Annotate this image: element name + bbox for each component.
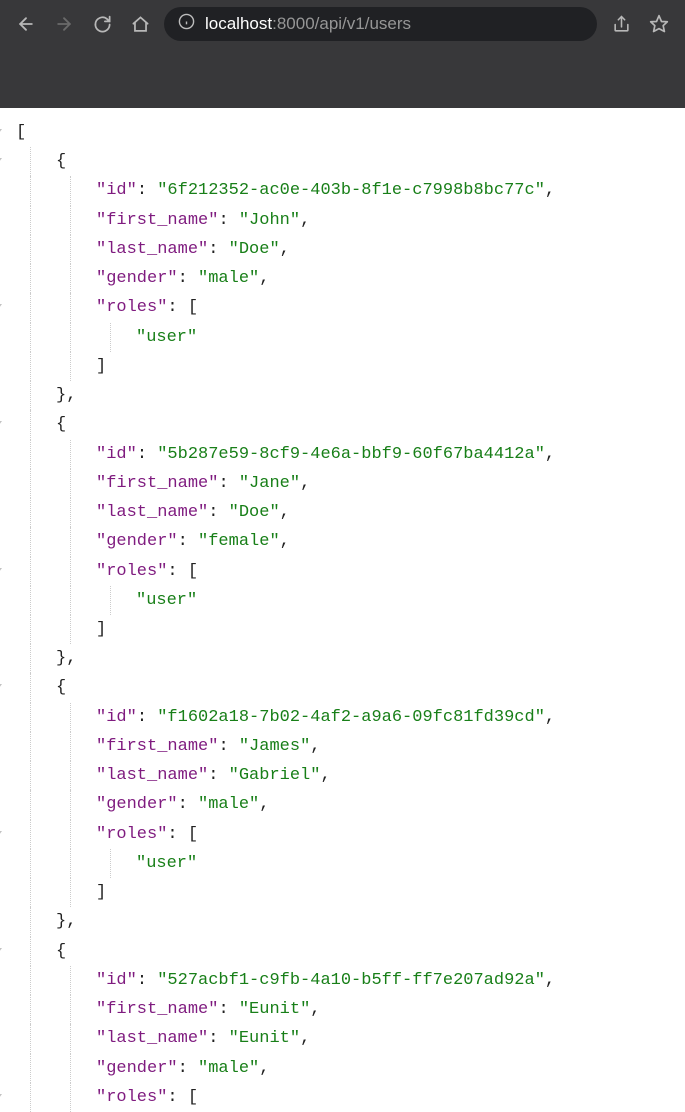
share-button[interactable] xyxy=(607,10,635,38)
forward-button[interactable] xyxy=(50,10,78,38)
json-property-first-name: "first_name": "Eunit", xyxy=(8,995,685,1024)
json-array-item: "user" xyxy=(8,849,685,878)
collapse-toggle[interactable] xyxy=(0,948,2,955)
json-property-id: "id": "527acbf1-c9fb-4a10-b5ff-ff7e207ad… xyxy=(8,966,685,995)
json-object-close: }, xyxy=(8,907,685,936)
json-property-gender: "gender": "female", xyxy=(8,527,685,556)
back-button[interactable] xyxy=(12,10,40,38)
json-object-close: }, xyxy=(8,381,685,410)
json-array-close: ] xyxy=(8,878,685,907)
browser-toolbar: localhost:8000/api/v1/users xyxy=(0,0,685,48)
json-property-first-name: "first_name": "John", xyxy=(8,206,685,235)
json-array-item: "user" xyxy=(8,586,685,615)
json-property-id: "id": "5b287e59-8cf9-4e6a-bbf9-60f67ba44… xyxy=(8,440,685,469)
json-viewer: [ { "id": "6f212352-ac0e-403b-8f1e-c7998… xyxy=(0,108,685,1112)
json-property-roles: "roles": [ xyxy=(8,293,685,322)
json-object-close: }, xyxy=(8,644,685,673)
home-button[interactable] xyxy=(126,10,154,38)
json-property-last-name: "last_name": "Doe", xyxy=(8,498,685,527)
json-property-id: "id": "6f212352-ac0e-403b-8f1e-c7998b8bc… xyxy=(8,176,685,205)
json-property-gender: "gender": "male", xyxy=(8,264,685,293)
json-array-item: "user" xyxy=(8,323,685,352)
collapse-toggle[interactable] xyxy=(0,129,2,136)
address-bar[interactable]: localhost:8000/api/v1/users xyxy=(164,7,597,41)
collapse-toggle[interactable] xyxy=(0,1094,2,1101)
json-property-id: "id": "f1602a18-7b02-4af2-a9a6-09fc81fd3… xyxy=(8,703,685,732)
collapse-toggle[interactable] xyxy=(0,831,2,838)
json-property-roles: "roles": [ xyxy=(8,820,685,849)
site-info-icon[interactable] xyxy=(178,13,195,35)
json-array-close: ] xyxy=(8,615,685,644)
json-object-open: { xyxy=(8,147,685,176)
json-property-roles: "roles": [ xyxy=(8,557,685,586)
json-property-gender: "gender": "male", xyxy=(8,790,685,819)
bookmark-button[interactable] xyxy=(645,10,673,38)
json-property-first-name: "first_name": "James", xyxy=(8,732,685,761)
json-property-last-name: "last_name": "Gabriel", xyxy=(8,761,685,790)
json-object-open: { xyxy=(8,937,685,966)
collapse-toggle[interactable] xyxy=(0,684,2,691)
collapse-toggle[interactable] xyxy=(0,158,2,165)
url-host: localhost xyxy=(205,14,272,33)
url-text: localhost:8000/api/v1/users xyxy=(205,14,411,34)
url-rest: :8000/api/v1/users xyxy=(272,14,411,33)
json-object-open: { xyxy=(8,673,685,702)
collapse-toggle[interactable] xyxy=(0,421,2,428)
tab-strip-area xyxy=(0,48,685,108)
json-property-first-name: "first_name": "Jane", xyxy=(8,469,685,498)
reload-button[interactable] xyxy=(88,10,116,38)
json-object-open: { xyxy=(8,410,685,439)
json-array-open: [ xyxy=(8,118,685,147)
json-property-roles: "roles": [ xyxy=(8,1083,685,1112)
json-property-last-name: "last_name": "Doe", xyxy=(8,235,685,264)
collapse-toggle[interactable] xyxy=(0,568,2,575)
json-array-close: ] xyxy=(8,352,685,381)
json-property-gender: "gender": "male", xyxy=(8,1054,685,1083)
collapse-toggle[interactable] xyxy=(0,304,2,311)
